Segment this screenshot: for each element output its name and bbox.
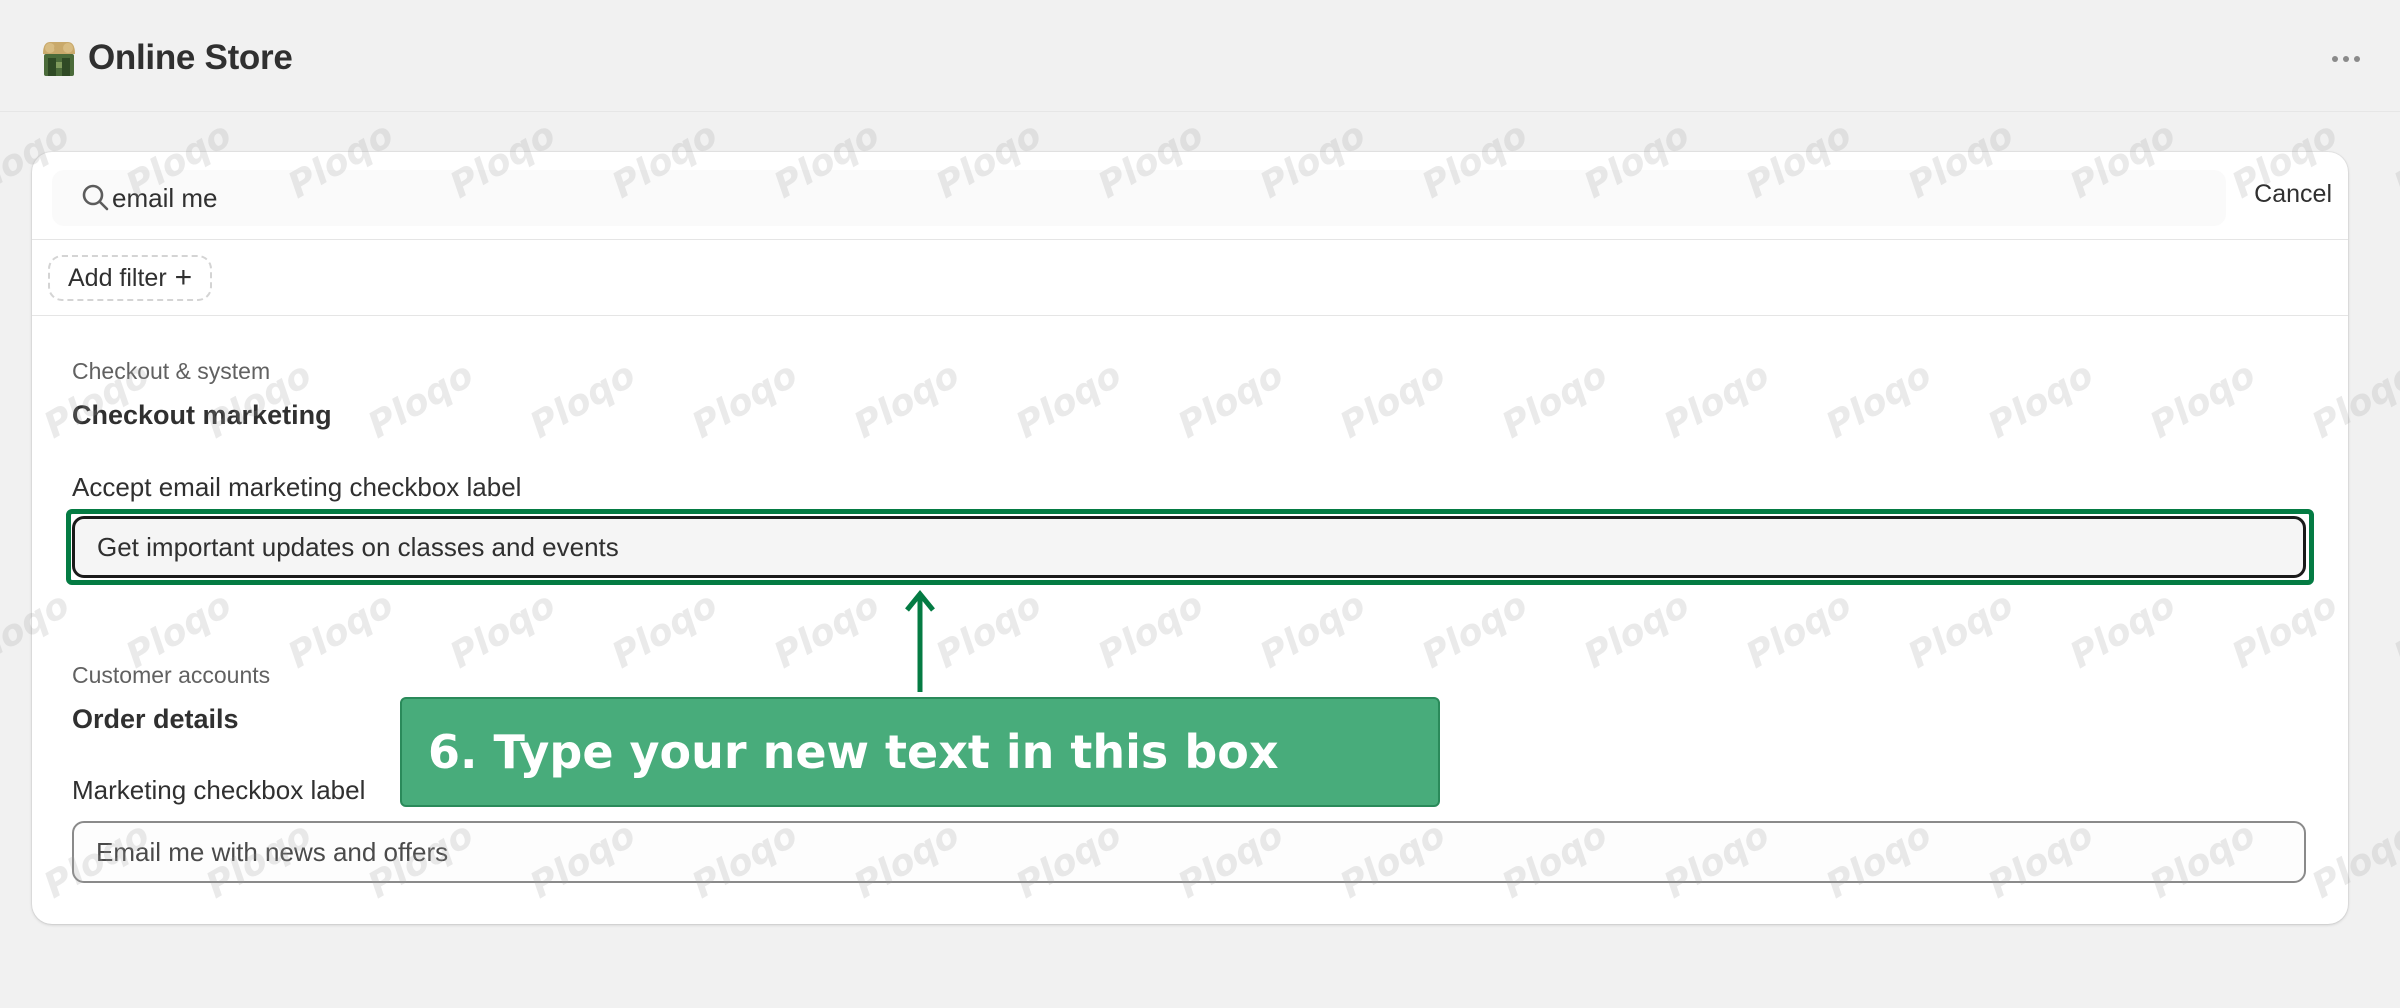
- accept-email-marketing-label-input[interactable]: [72, 516, 2306, 578]
- plus-icon: +: [174, 261, 193, 294]
- cancel-button[interactable]: Cancel: [2254, 180, 2332, 209]
- arrow-up-icon: [905, 590, 935, 692]
- section-title: Checkout marketing: [72, 400, 332, 430]
- top-bar: Online Store: [0, 0, 2400, 112]
- more-actions-button[interactable]: [2318, 44, 2374, 74]
- field-label: Marketing checkbox label: [72, 775, 366, 805]
- tutorial-callout: 6. Type your new text in this box: [400, 697, 1440, 807]
- section-category: Customer accounts: [72, 662, 271, 688]
- callout-text: 6. Type your new text in this box: [428, 725, 1279, 779]
- filter-row: Add filter +: [32, 241, 2348, 316]
- section-category: Checkout & system: [72, 358, 271, 384]
- search-results-card: Cancel Add filter + Checkout & system Ch…: [32, 152, 2348, 924]
- more-horizontal-icon: [2332, 56, 2338, 62]
- watermark-text: Ploqo: [2387, 584, 2400, 677]
- app-root: Online Store Cancel Add filter + Checkou…: [0, 0, 2400, 1008]
- search-input[interactable]: [112, 178, 1512, 218]
- marketing-checkbox-label-input[interactable]: [72, 821, 2306, 883]
- field-label: Accept email marketing checkbox label: [72, 472, 522, 502]
- section-title: Order details: [72, 704, 239, 734]
- store-icon: [43, 42, 75, 76]
- add-filter-label: Add filter: [68, 263, 167, 292]
- page-title: Online Store: [88, 38, 293, 77]
- search-row: Cancel: [32, 152, 2348, 240]
- watermark-text: Ploqo: [2387, 114, 2400, 207]
- add-filter-button[interactable]: Add filter +: [48, 255, 213, 301]
- search-icon: [82, 184, 109, 211]
